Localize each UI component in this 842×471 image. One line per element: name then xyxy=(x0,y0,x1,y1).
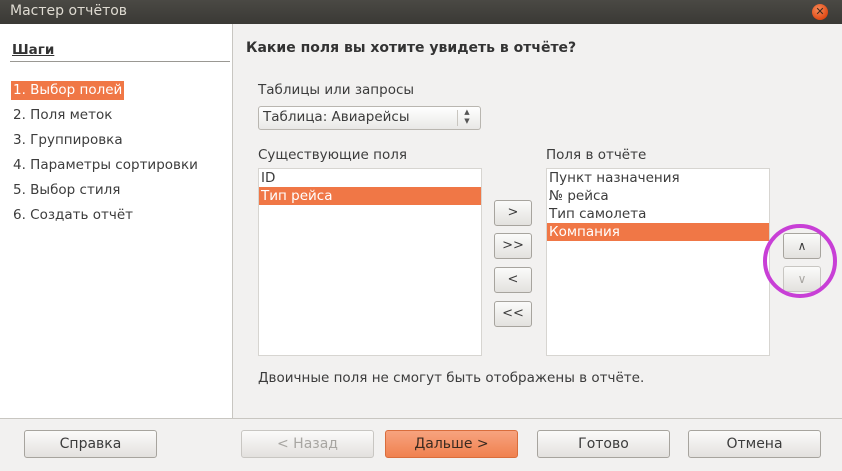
existing-fields-list[interactable]: ID Тип рейса xyxy=(258,168,482,356)
list-item[interactable]: ID xyxy=(259,169,481,187)
step-label-fields[interactable]: 2. Поля меток xyxy=(11,106,114,125)
remove-all-fields-button[interactable]: << xyxy=(494,301,532,327)
step-create-report[interactable]: 6. Создать отчёт xyxy=(11,206,135,225)
remove-field-button[interactable]: < xyxy=(494,267,532,293)
tables-label: Таблицы или запросы xyxy=(258,82,415,98)
steps-title: Шаги xyxy=(12,42,55,58)
step-grouping[interactable]: 3. Группировка xyxy=(11,131,125,150)
list-item[interactable]: № рейса xyxy=(547,187,769,205)
report-fields-list[interactable]: Пункт назначения № рейса Тип самолета Ко… xyxy=(546,168,770,356)
title-bar: Мастер отчётов ✕ xyxy=(0,0,842,24)
list-item[interactable]: Пункт назначения xyxy=(547,169,769,187)
close-icon[interactable]: ✕ xyxy=(812,4,828,20)
combo-separator xyxy=(457,110,458,126)
chevron-down-icon: ∨ xyxy=(797,272,807,286)
next-button[interactable]: Дальше > xyxy=(385,430,518,458)
cancel-button[interactable]: Отмена xyxy=(688,430,821,458)
help-button[interactable]: Справка xyxy=(24,430,157,458)
add-field-button[interactable]: > xyxy=(494,200,532,226)
back-button[interactable]: < Назад xyxy=(241,430,374,458)
binary-fields-note: Двоичные поля не смогут быть отображены … xyxy=(258,370,645,386)
move-up-button[interactable]: ∧ xyxy=(783,233,821,259)
page-title: Какие поля вы хотите увидеть в отчёте? xyxy=(246,40,577,56)
list-item-selected[interactable]: Тип рейса xyxy=(259,187,481,205)
move-down-button[interactable]: ∨ xyxy=(783,266,821,292)
step-select-fields[interactable]: 1. Выбор полей xyxy=(11,81,125,100)
tables-select-value: Таблица: Авиарейсы xyxy=(263,109,410,125)
existing-fields-label: Существующие поля xyxy=(258,147,407,163)
report-fields-label: Поля в отчёте xyxy=(546,147,647,163)
window-title: Мастер отчётов xyxy=(10,3,128,19)
tables-select[interactable]: Таблица: Авиарейсы ▲ ▼ xyxy=(258,106,481,130)
chevron-up-icon: ∧ xyxy=(797,239,807,253)
add-all-fields-button[interactable]: >> xyxy=(494,233,532,259)
updown-arrows-icon: ▲ ▼ xyxy=(464,108,470,125)
steps-sidebar: Шаги 1. Выбор полей 2. Поля меток 3. Гру… xyxy=(0,24,233,418)
finish-button[interactable]: Готово xyxy=(537,430,670,458)
list-item[interactable]: Тип самолета xyxy=(547,205,769,223)
steps-divider xyxy=(10,61,230,62)
list-item-selected[interactable]: Компания xyxy=(547,223,769,241)
step-sort-options[interactable]: 4. Параметры сортировки xyxy=(11,156,200,175)
step-choose-style[interactable]: 5. Выбор стиля xyxy=(11,181,122,200)
